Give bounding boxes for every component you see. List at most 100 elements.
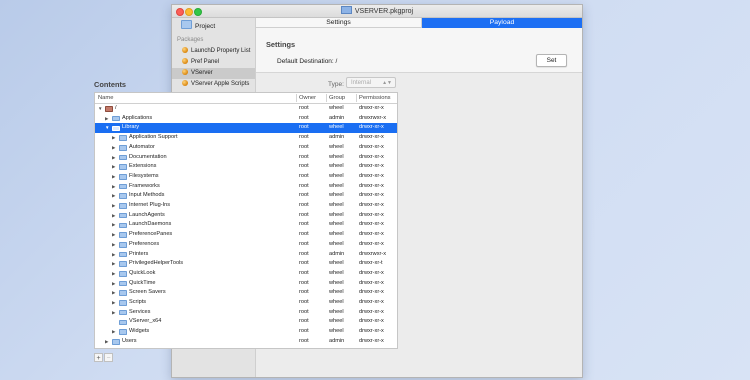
sidebar-item-pref-panel[interactable]: Pref Panel bbox=[172, 57, 255, 68]
cell-name: Services bbox=[129, 308, 151, 315]
cell-name: PrivilegedHelperTools bbox=[129, 260, 184, 267]
table-row[interactable]: ▶ PrivilegedHelperTools root wheel drwxr-xr-… bbox=[95, 259, 397, 269]
table-row[interactable]: ▶ Applications root admin drwxrwxr-x bbox=[95, 114, 397, 124]
type-select[interactable]: Internal ▲▼ bbox=[346, 77, 396, 88]
remove-item-button[interactable]: − bbox=[104, 353, 113, 362]
table-row[interactable]: ▶ Filesystems root wheel drwxr-xr-x bbox=[95, 172, 397, 182]
disclosure-collapsed-icon[interactable]: ▶ bbox=[112, 240, 115, 250]
cell-permissions: drwxr-xr-x bbox=[359, 221, 384, 228]
folder-icon bbox=[119, 251, 127, 258]
table-row[interactable]: ▼ / root wheel drwxr-xr-x bbox=[95, 104, 397, 114]
column-divider[interactable] bbox=[296, 94, 297, 102]
sidebar-item-vserver-apple-scripts[interactable]: VServer Apple Scripts bbox=[172, 79, 255, 90]
disclosure-collapsed-icon[interactable]: ▶ bbox=[112, 308, 115, 318]
cell-name: Printers bbox=[129, 250, 149, 257]
disclosure-collapsed-icon[interactable]: ▶ bbox=[112, 288, 115, 298]
table-row[interactable]: ▶ Widgets root wheel drwxr-xr-x bbox=[95, 327, 397, 337]
package-icon bbox=[182, 58, 188, 64]
cell-name: Application Support bbox=[129, 134, 178, 141]
table-row[interactable]: ▶ LaunchAgents root wheel drwxr-xr-x bbox=[95, 211, 397, 221]
sidebar-project-label: Project bbox=[195, 23, 216, 30]
disclosure-collapsed-icon[interactable]: ▶ bbox=[112, 250, 115, 260]
table-row[interactable]: ▶ Scripts root wheel drwxr-xr-x bbox=[95, 298, 397, 308]
cell-group: wheel bbox=[329, 269, 344, 276]
cell-owner: root bbox=[299, 211, 309, 218]
disclosure-collapsed-icon[interactable]: ▶ bbox=[112, 172, 115, 182]
disclosure-collapsed-icon[interactable]: ▶ bbox=[112, 162, 115, 172]
cell-owner: root bbox=[299, 279, 309, 286]
table-row[interactable]: ▶ PreferencePanes root wheel drwxr-xr-x bbox=[95, 230, 397, 240]
disclosure-collapsed-icon[interactable]: ▶ bbox=[112, 133, 115, 143]
column-divider[interactable] bbox=[356, 94, 357, 102]
disclosure-collapsed-icon[interactable]: ▶ bbox=[112, 211, 115, 221]
disclosure-collapsed-icon[interactable]: ▶ bbox=[105, 114, 108, 124]
tab-payload[interactable]: Payload bbox=[422, 18, 582, 28]
disclosure-expanded-icon[interactable]: ▼ bbox=[105, 123, 109, 133]
cell-owner: root bbox=[299, 308, 309, 315]
column-divider[interactable] bbox=[326, 94, 327, 102]
table-row[interactable]: ▶ Application Support root admin drwxr-xr-x bbox=[95, 133, 397, 143]
table-row[interactable]: ▶ Printers root admin drwxrwxr-x bbox=[95, 250, 397, 260]
table-row[interactable]: VServer_x64 root wheel drwxr-xr-x bbox=[95, 317, 397, 327]
table-row[interactable]: ▶ Users root admin drwxr-xr-x bbox=[95, 337, 397, 347]
table-row[interactable]: ▶ QuickTime root wheel drwxr-xr-x bbox=[95, 279, 397, 289]
sidebar-project[interactable]: Project bbox=[181, 20, 216, 30]
folder-icon bbox=[119, 271, 127, 277]
sidebar-item-vserver[interactable]: VServer bbox=[172, 68, 255, 79]
window-title-text: VSERVER.pkgproj bbox=[354, 8, 414, 15]
set-destination-button[interactable]: Set bbox=[536, 54, 567, 67]
disclosure-expanded-icon[interactable]: ▼ bbox=[98, 104, 102, 114]
disclosure-collapsed-icon[interactable]: ▶ bbox=[112, 230, 115, 240]
cell-owner: root bbox=[299, 153, 309, 160]
cell-owner: root bbox=[299, 328, 309, 335]
table-row[interactable]: ▶ Internet Plug-Ins root wheel drwxr-xr-x bbox=[95, 201, 397, 211]
payload-table[interactable]: Name Owner Group Permissions ▼ / root wheel… bbox=[94, 92, 398, 349]
folder-icon bbox=[119, 135, 127, 141]
cell-permissions: drwxr-xr-x bbox=[359, 231, 384, 238]
table-row[interactable]: ▶ Services root wheel drwxr-xr-x bbox=[95, 308, 397, 318]
disclosure-collapsed-icon[interactable]: ▶ bbox=[112, 153, 115, 163]
cell-owner: root bbox=[299, 182, 309, 189]
table-row[interactable]: ▶ Documentation root wheel drwxr-xr-x bbox=[95, 153, 397, 163]
column-header-group[interactable]: Group bbox=[329, 93, 345, 103]
table-row[interactable]: ▼ Library root wheel drwxr-xr-x bbox=[95, 123, 397, 134]
cell-permissions: drwxr-xr-x bbox=[359, 105, 384, 111]
cell-owner: root bbox=[299, 134, 309, 141]
disclosure-collapsed-icon[interactable]: ▶ bbox=[112, 201, 115, 211]
title-bar[interactable]: VSERVER.pkgproj bbox=[172, 5, 582, 18]
disclosure-collapsed-icon[interactable]: ▶ bbox=[112, 279, 115, 289]
tab-settings[interactable]: Settings bbox=[256, 18, 422, 28]
table-row[interactable]: ▶ Preferences root wheel drwxr-xr-x bbox=[95, 240, 397, 250]
table-row[interactable]: ▶ Screen Savers root wheel drwxr-xr-x bbox=[95, 288, 397, 298]
table-row[interactable]: ▶ QuickLook root wheel drwxr-xr-x bbox=[95, 269, 397, 279]
table-row[interactable]: ▶ Extensions root wheel drwxr-xr-x bbox=[95, 162, 397, 172]
cell-name: PreferencePanes bbox=[129, 231, 173, 238]
disclosure-collapsed-icon[interactable]: ▶ bbox=[112, 298, 115, 308]
cell-name: Documentation bbox=[129, 153, 167, 160]
disclosure-collapsed-icon[interactable]: ▶ bbox=[112, 220, 115, 230]
disclosure-collapsed-icon[interactable]: ▶ bbox=[112, 259, 115, 269]
cell-owner: root bbox=[299, 231, 309, 238]
column-header-owner[interactable]: Owner bbox=[299, 93, 316, 103]
column-header-name[interactable]: Name bbox=[98, 93, 113, 103]
table-row[interactable]: ▶ Input Methods root wheel drwxr-xr-x bbox=[95, 191, 397, 201]
disclosure-collapsed-icon[interactable]: ▶ bbox=[112, 191, 115, 201]
settings-panel: Settings Default Destination: / Set bbox=[256, 28, 582, 73]
cell-name: VServer_x64 bbox=[129, 318, 162, 325]
table-row[interactable]: ▶ Frameworks root wheel drwxr-xr-x bbox=[95, 182, 397, 192]
table-row[interactable]: ▶ Automator root wheel drwxr-xr-x bbox=[95, 143, 397, 153]
add-item-button[interactable]: + bbox=[94, 353, 103, 362]
sidebar-item-launchd-property-list[interactable]: LaunchD Property List bbox=[172, 46, 255, 57]
cell-owner: root bbox=[299, 114, 309, 121]
disclosure-collapsed-icon[interactable]: ▶ bbox=[112, 269, 115, 279]
cell-group: wheel bbox=[329, 163, 344, 170]
disclosure-collapsed-icon[interactable]: ▶ bbox=[112, 182, 115, 192]
disclosure-collapsed-icon[interactable]: ▶ bbox=[112, 143, 115, 153]
column-header-permissions[interactable]: Permissions bbox=[359, 93, 391, 103]
cell-permissions: drwxr-xr-x bbox=[359, 163, 384, 170]
cell-group: wheel bbox=[329, 279, 344, 286]
table-row[interactable]: ▶ LaunchDaemons root wheel drwxr-xr-x bbox=[95, 220, 397, 230]
disclosure-collapsed-icon[interactable]: ▶ bbox=[112, 327, 115, 337]
cell-permissions: drwxr-xr-x bbox=[359, 153, 384, 160]
disclosure-collapsed-icon[interactable]: ▶ bbox=[105, 337, 108, 347]
